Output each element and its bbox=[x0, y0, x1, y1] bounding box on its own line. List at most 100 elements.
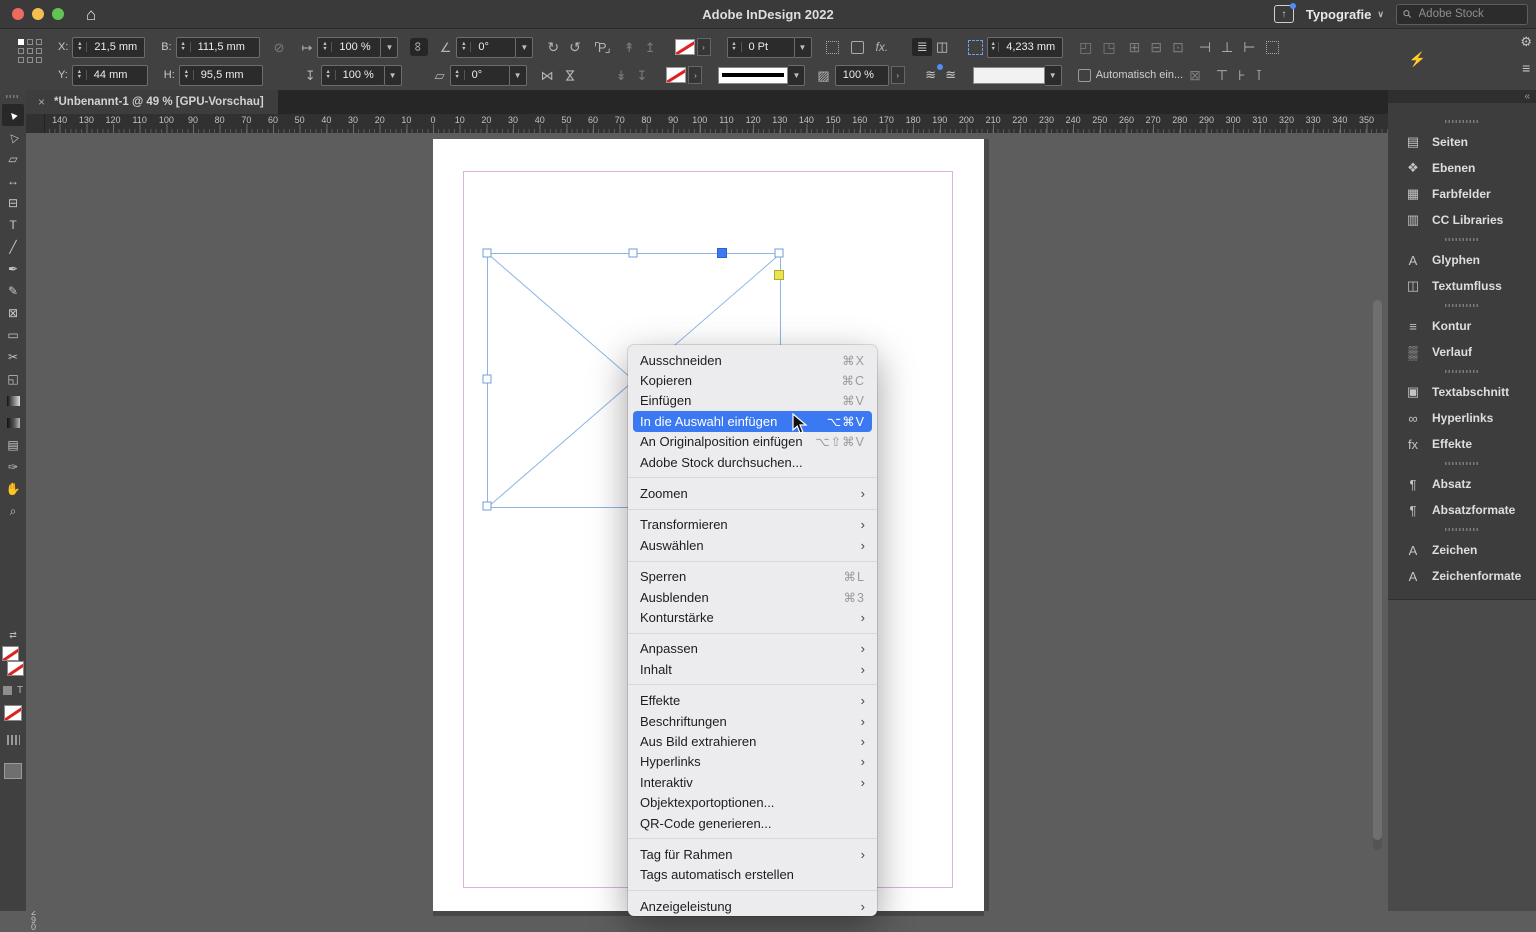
selection-handle[interactable] bbox=[629, 249, 638, 258]
scale-link-icon[interactable]: ∞ bbox=[410, 38, 427, 56]
window-controls[interactable] bbox=[12, 8, 64, 20]
panel-button-verlauf[interactable]: ▒ Verlauf bbox=[1388, 339, 1536, 365]
gradient-feather-tool[interactable] bbox=[2, 412, 24, 434]
minimize-window-button[interactable] bbox=[32, 8, 44, 20]
note-tool[interactable]: ▤ bbox=[2, 434, 24, 456]
rotate-cw-icon[interactable]: ↻ bbox=[547, 40, 559, 54]
eyedropper-tool[interactable]: ✑ bbox=[2, 456, 24, 478]
gap-tool[interactable]: ↔ bbox=[2, 170, 24, 192]
frame-tool[interactable]: ⊠ bbox=[2, 302, 24, 324]
fit-content-icon[interactable]: ◰ bbox=[1079, 40, 1092, 54]
panel-button-glyphen[interactable]: A Glyphen bbox=[1388, 247, 1536, 273]
free-transform-tool[interactable]: ◱ bbox=[2, 368, 24, 390]
scissors-tool[interactable]: ✂ bbox=[2, 346, 24, 368]
stepper-icon[interactable]: ▲▼ bbox=[73, 70, 87, 80]
wrap-options-dropdown[interactable] bbox=[973, 67, 1045, 84]
menu-item-transformieren[interactable]: Transformieren › bbox=[628, 515, 877, 535]
menu-item-an-originalposition-einfuegen[interactable]: An Originalposition einfügen ⌥⇧⌘V bbox=[628, 432, 877, 452]
home-icon[interactable]: ⌂ bbox=[86, 6, 96, 23]
chevron-down-icon[interactable]: ▼ bbox=[788, 65, 805, 86]
panel-menu-icon[interactable]: ≡ bbox=[1522, 60, 1530, 76]
chevron-down-icon[interactable]: ▼ bbox=[385, 65, 402, 86]
workspace-switcher[interactable]: Typografie ∨ bbox=[1306, 7, 1384, 22]
opacity-flyout-button[interactable]: › bbox=[891, 66, 905, 84]
frame-fitting-options-icon[interactable]: ⊠ bbox=[1189, 68, 1201, 82]
stroke-weight-field[interactable]: ▲▼0 Pt bbox=[727, 37, 795, 58]
selection-handle[interactable] bbox=[483, 249, 492, 258]
adobe-stock-search[interactable] bbox=[1396, 4, 1528, 25]
distribute-bottom-icon[interactable]: ↧ bbox=[637, 69, 648, 82]
swap-fill-stroke-icon[interactable]: ⇄ bbox=[9, 630, 17, 641]
align-top-icon[interactable]: ⊤ bbox=[1216, 68, 1228, 82]
menu-item-konturstaerke[interactable]: Konturstärke › bbox=[628, 607, 877, 627]
stroke-color-swatch[interactable] bbox=[666, 67, 686, 83]
constrain-proportions-icon[interactable]: ⊘ bbox=[274, 41, 285, 54]
hand-tool[interactable]: ✋ bbox=[2, 478, 24, 500]
horizontal-ruler[interactable]: 1501401301201101009080706050403020100102… bbox=[26, 114, 1388, 134]
stroke-flyout-button[interactable]: › bbox=[688, 66, 702, 84]
panel-button-absatzformate[interactable]: ¶ Absatzformate bbox=[1388, 497, 1536, 523]
ruler-corner[interactable] bbox=[26, 114, 45, 134]
flip-horizontal-icon[interactable]: ⋈ bbox=[541, 69, 554, 82]
panel-button-textumfluss[interactable]: ◫ Textumfluss bbox=[1388, 273, 1536, 299]
align-right-icon[interactable]: ⊢ bbox=[1243, 40, 1255, 54]
scale-y-field[interactable]: ▲▼100 % bbox=[321, 65, 385, 86]
menu-item-effekte[interactable]: Effekte › bbox=[628, 690, 877, 710]
fit-content-proportional-icon[interactable]: ⊟ bbox=[1150, 40, 1162, 54]
stepper-icon[interactable]: ▲▼ bbox=[322, 70, 336, 80]
menu-item-anpassen[interactable]: Anpassen › bbox=[628, 639, 877, 659]
menu-item-hyperlinks[interactable]: Hyperlinks › bbox=[628, 752, 877, 772]
selection-handle[interactable] bbox=[483, 502, 492, 511]
stepper-icon[interactable]: ▲▼ bbox=[73, 42, 87, 52]
pencil-tool[interactable]: ✎ bbox=[2, 280, 24, 302]
panel-button-hyperlinks[interactable]: ∞ Hyperlinks bbox=[1388, 405, 1536, 431]
menu-item-tags-automatisch-erstellen[interactable]: Tags automatisch erstellen bbox=[628, 865, 877, 885]
collapse-panels-icon[interactable]: « bbox=[1524, 91, 1530, 102]
height-field[interactable]: ▲▼95,5 mm bbox=[179, 65, 263, 86]
wrap-jump-icon[interactable]: ≊ bbox=[941, 66, 961, 84]
panel-button-zeichenformate[interactable]: A Zeichenformate bbox=[1388, 563, 1536, 589]
screen-mode-icon[interactable] bbox=[4, 763, 22, 779]
autofit-checkbox[interactable] bbox=[1078, 69, 1091, 82]
width-field[interactable]: ▲▼111,5 mm bbox=[176, 37, 260, 58]
share-icon[interactable]: ↑ bbox=[1274, 5, 1294, 23]
live-corner-adornment[interactable] bbox=[774, 270, 784, 280]
distribute-up-icon[interactable]: ↟ bbox=[624, 41, 635, 54]
effects-fx-icon[interactable]: fx. bbox=[876, 40, 889, 54]
shear-field[interactable]: ▲▼0° bbox=[450, 65, 510, 86]
align-left-icon[interactable]: ⊣ bbox=[1199, 40, 1211, 54]
rotate-ccw-icon[interactable]: ↺ bbox=[569, 40, 581, 54]
chevron-down-icon[interactable]: ▼ bbox=[795, 37, 812, 58]
menu-item-anzeigeleistung[interactable]: Anzeigeleistung › bbox=[628, 896, 877, 916]
menu-item-interaktiv[interactable]: Interaktiv › bbox=[628, 772, 877, 792]
fit-frame-icon[interactable]: ◳ bbox=[1102, 40, 1115, 54]
stepper-icon[interactable]: ▲▼ bbox=[180, 70, 194, 80]
align-middle-icon[interactable]: ⊦ bbox=[1238, 68, 1245, 82]
direct-selection-tool[interactable]: △ bbox=[2, 126, 24, 148]
menu-item-sperren[interactable]: Sperren ⌘L bbox=[628, 567, 877, 587]
align-bottom-icon[interactable]: ⊺ bbox=[1255, 68, 1262, 82]
menu-item-adobe-stock-durchsuchen[interactable]: Adobe Stock durchsuchen... bbox=[628, 452, 877, 472]
flip-vertical-icon[interactable]: ⋈ bbox=[564, 69, 577, 82]
chevron-down-icon[interactable]: ▼ bbox=[1045, 65, 1062, 86]
menu-item-einfuegen[interactable]: Einfügen ⌘V bbox=[628, 391, 877, 411]
menu-item-kopieren[interactable]: Kopieren ⌘C bbox=[628, 370, 877, 390]
opacity-field[interactable]: 100 % bbox=[835, 65, 889, 86]
zoom-tool[interactable]: ⌕ bbox=[2, 500, 24, 522]
search-input[interactable] bbox=[1417, 7, 1521, 21]
formatting-affects-container-icon[interactable] bbox=[3, 686, 12, 695]
stepper-icon[interactable]: ▲▼ bbox=[318, 42, 332, 52]
corner-options-icon[interactable] bbox=[826, 41, 839, 54]
close-tab-icon[interactable]: × bbox=[38, 95, 45, 109]
wrap-offset-field[interactable]: ▲▼4,233 mm bbox=[987, 37, 1063, 58]
menu-item-tag-fuer-rahmen[interactable]: Tag für Rahmen › bbox=[628, 844, 877, 864]
page-tool[interactable]: ▱ bbox=[2, 148, 24, 170]
selection-handle[interactable] bbox=[775, 249, 784, 258]
wrap-around-shape-icon[interactable]: ≋ bbox=[921, 66, 941, 84]
distribute-top-icon[interactable]: ↥ bbox=[645, 41, 656, 54]
text-wrap-none-icon[interactable]: ≣ bbox=[912, 38, 932, 56]
fill-stroke-swatches[interactable] bbox=[2, 646, 24, 676]
chevron-down-icon[interactable]: ▼ bbox=[516, 37, 533, 58]
menu-item-beschriftungen[interactable]: Beschriftungen › bbox=[628, 711, 877, 731]
stepper-icon[interactable]: ▲▼ bbox=[457, 42, 471, 52]
